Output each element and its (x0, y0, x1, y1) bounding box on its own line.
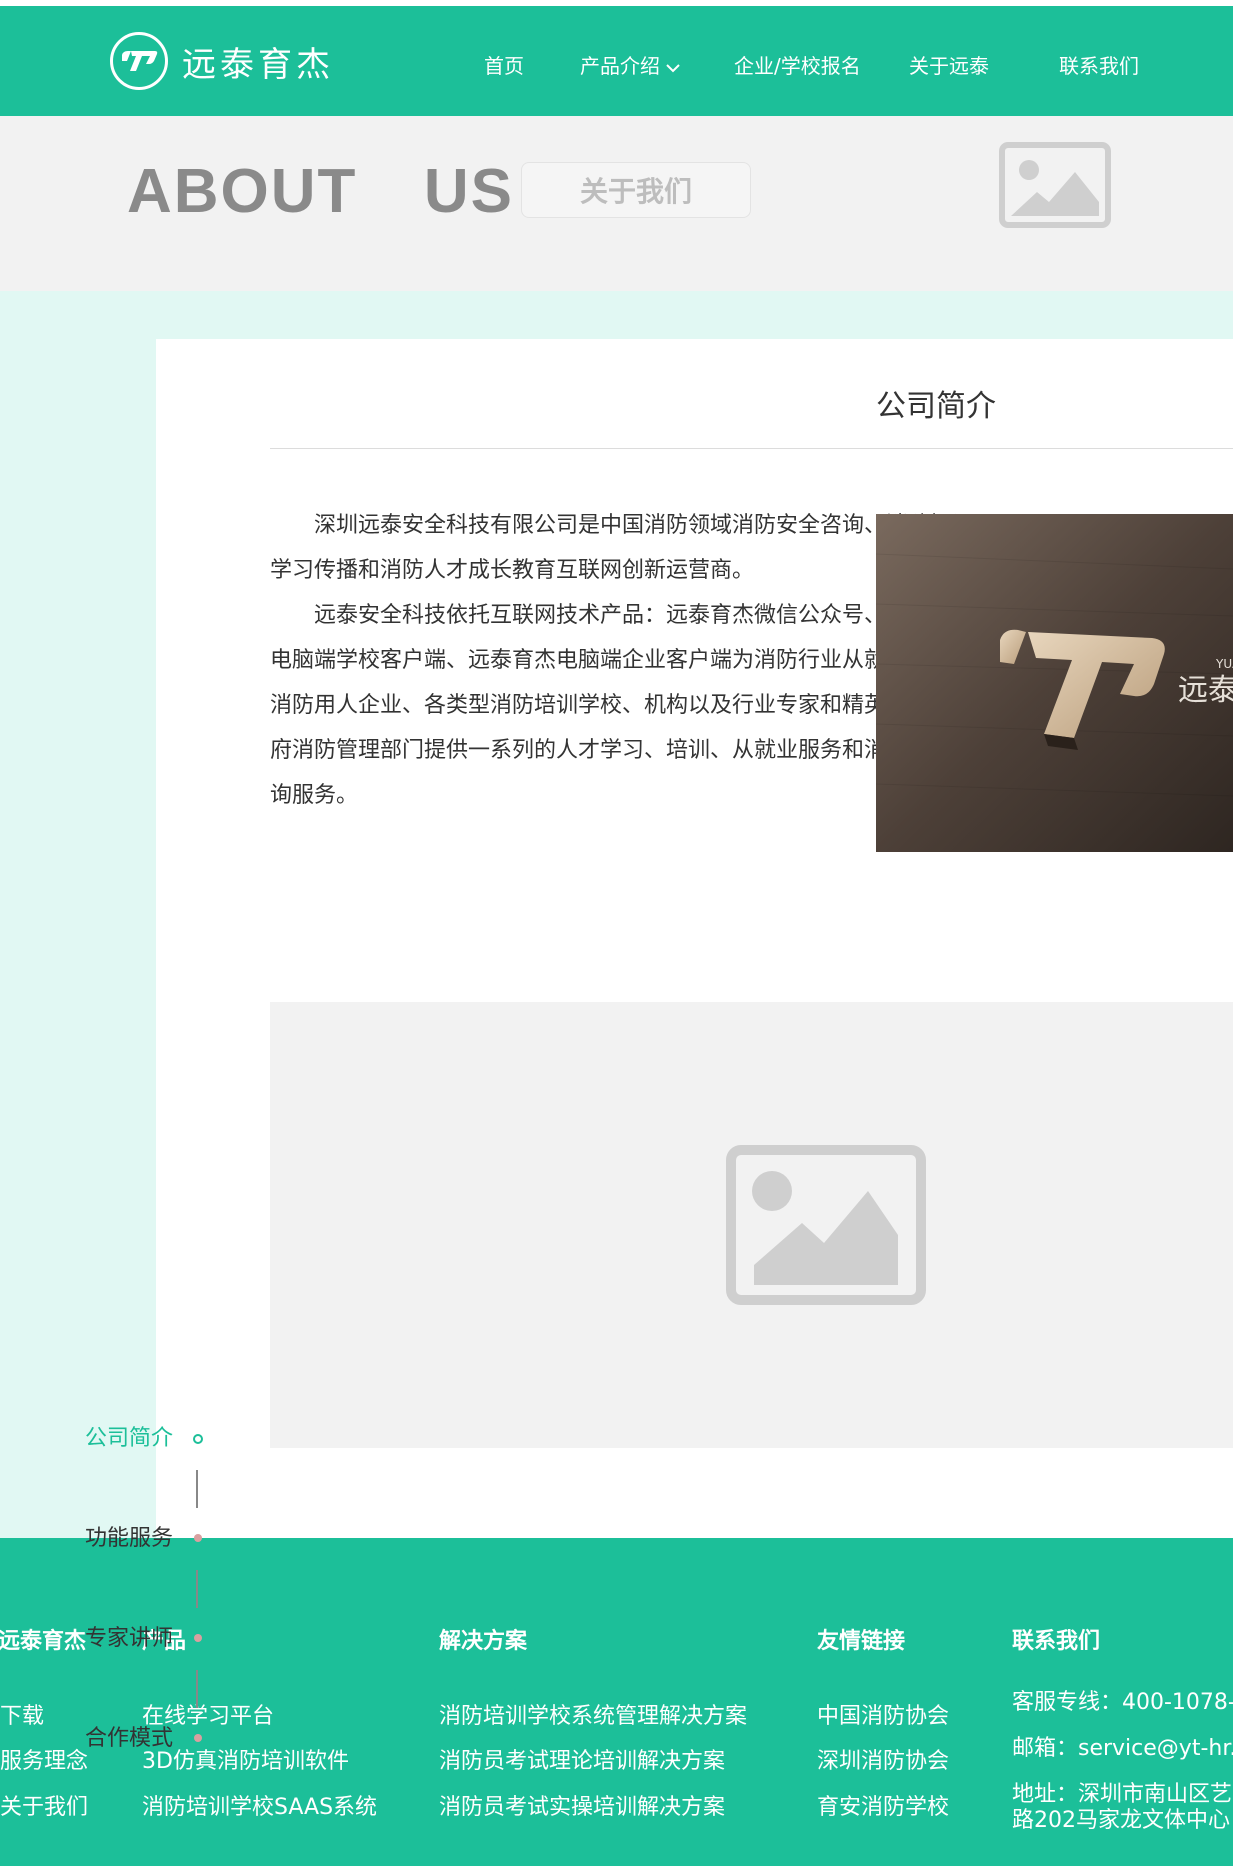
image-placeholder-icon (999, 142, 1111, 232)
banner-title: ABOUT US (127, 157, 514, 226)
side-nav-dot-active[interactable] (193, 1434, 203, 1444)
footer-col3-heading: 解决方案 (439, 1629, 528, 1654)
side-nav-connector (196, 1570, 198, 1608)
image-placeholder-icon (726, 1145, 926, 1309)
media-placeholder (270, 1002, 1233, 1448)
banner-subtitle-pill: 关于我们 (521, 162, 751, 218)
footer-link-shenzhen-fire[interactable]: 深圳消防协会 (817, 1743, 949, 1775)
footer-link-service[interactable]: 服务理念 (0, 1743, 88, 1775)
side-nav-connector (196, 1670, 198, 1708)
site-header: 远泰育杰 首页 产品介绍 企业/学校报名 关于远泰 联系我们 (0, 6, 1233, 116)
title-divider (270, 448, 1233, 449)
footer-col4-heading: 友情链接 (817, 1629, 906, 1654)
footer-address-line2: 路202马家龙文体中心 (1012, 1808, 1230, 1833)
footer-link-solution-1[interactable]: 消防培训学校系统管理解决方案 (439, 1698, 747, 1730)
footer-email[interactable]: 邮箱：service@yt-hr.c (1012, 1730, 1233, 1762)
footer-link-about[interactable]: 关于我们 (0, 1789, 88, 1821)
nav-home[interactable]: 首页 (484, 50, 524, 79)
site-footer: 远泰育杰 下载 服务理念 关于我们 产品 在线学习平台 3D仿真消防培训软件 消… (0, 1538, 1233, 1866)
logo-mark-icon (110, 32, 168, 90)
about-banner: ABOUT US 关于我们 (0, 116, 1233, 291)
nav-products[interactable]: 产品介绍 (580, 50, 680, 79)
company-logo-photo: 远泰 YUAN (876, 514, 1233, 852)
nav-about[interactable]: 关于远泰 (909, 50, 989, 79)
logo[interactable]: 远泰育杰 (110, 32, 334, 90)
footer-phone: 客服专线：400-1078-9 (1012, 1690, 1233, 1715)
footer-col1-heading: 远泰育杰 (0, 1629, 87, 1654)
photo-small-text: YUAN (1215, 657, 1233, 671)
content-card: 公司简介 深圳远泰安全科技有限公司是中国消防领域消防安全咨询、消防知识学习传播和… (156, 339, 1233, 1538)
footer-col5-heading: 联系我们 (1012, 1629, 1101, 1654)
nav-products-label: 产品介绍 (580, 54, 660, 78)
side-nav-connector (196, 1470, 198, 1508)
side-nav-company-intro[interactable]: 公司简介 (85, 1420, 173, 1452)
footer-link-solution-3[interactable]: 消防员考试实操培训解决方案 (439, 1789, 725, 1821)
side-nav-cooperation[interactable]: 合作模式 (85, 1720, 173, 1752)
footer-link-saas[interactable]: 消防培训学校SAAS系统 (142, 1789, 377, 1821)
side-nav-dot[interactable] (194, 1734, 202, 1742)
side-nav-services[interactable]: 功能服务 (85, 1520, 173, 1552)
side-nav-experts[interactable]: 专家讲师 (85, 1620, 173, 1652)
footer-link-yuan-school[interactable]: 育安消防学校 (817, 1789, 949, 1821)
footer-link-china-fire[interactable]: 中国消防协会 (817, 1698, 949, 1730)
side-nav-dot[interactable] (194, 1534, 202, 1542)
side-nav-dot[interactable] (194, 1634, 202, 1642)
footer-link-3d-software[interactable]: 3D仿真消防培训软件 (142, 1743, 349, 1775)
nav-contact[interactable]: 联系我们 (1059, 50, 1139, 79)
photo-logo-text: 远泰 (1178, 673, 1233, 708)
chevron-down-icon (666, 54, 680, 78)
footer-link-download[interactable]: 下载 (0, 1698, 44, 1730)
footer-link-solution-2[interactable]: 消防员考试理论培训解决方案 (439, 1743, 725, 1775)
logo-text: 远泰育杰 (182, 44, 334, 85)
nav-signup[interactable]: 企业/学校报名 (734, 50, 861, 79)
section-title: 公司简介 (876, 389, 996, 424)
